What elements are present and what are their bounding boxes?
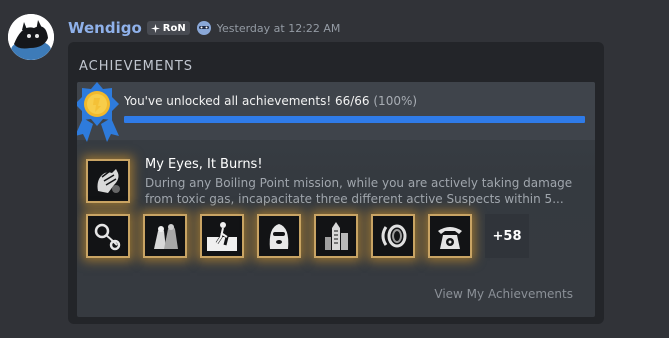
summary-percent: (100%) xyxy=(373,94,418,108)
swimmer-icon xyxy=(207,222,237,251)
telephone-icon xyxy=(438,227,462,249)
achievement-description: During any Boiling Point mission, while … xyxy=(145,176,573,206)
achievement-tile[interactable] xyxy=(200,214,244,258)
handcuffs-icon xyxy=(94,223,121,251)
summary-text: You've unlocked all achievements! 66/66 … xyxy=(124,94,417,108)
achievement-summary: You've unlocked all achievements! 66/66 … xyxy=(77,82,595,140)
achievement-tile[interactable] xyxy=(371,214,415,258)
view-achievements-link[interactable]: View My Achievements xyxy=(434,287,573,301)
username[interactable]: Wendigo xyxy=(68,19,142,37)
gas-hand-icon xyxy=(97,169,120,193)
achievements-card: You've unlocked all achievements! 66/66 … xyxy=(77,82,595,317)
embed-title: ACHIEVEMENTS xyxy=(79,59,194,74)
mask-icon xyxy=(196,21,211,35)
featured-achievement-icon[interactable] xyxy=(86,159,130,203)
summary-label: You've unlocked all achievements! 66/66 xyxy=(124,94,370,108)
gamepad-icon xyxy=(150,23,160,33)
spiral-icon xyxy=(381,224,407,248)
achievement-tile[interactable] xyxy=(86,214,130,258)
tower-icon xyxy=(325,222,348,250)
achievements-embed: ACHIEVEMENTS You've unlocked all achieve… xyxy=(68,42,604,324)
avatar-icon xyxy=(8,14,54,60)
balaclava-icon xyxy=(269,224,289,249)
achievement-tile[interactable] xyxy=(428,214,472,258)
medal-icon xyxy=(77,82,119,142)
achievement-tile[interactable] xyxy=(143,214,187,258)
achievement-tile[interactable] xyxy=(257,214,301,258)
progress-bar xyxy=(124,116,585,123)
server-tag[interactable]: RoN xyxy=(146,21,190,35)
more-achievements-count[interactable]: +58 xyxy=(485,214,529,258)
timestamp[interactable]: Yesterday at 12:22 AM xyxy=(217,22,341,35)
server-tag-label: RoN xyxy=(162,22,186,34)
progress-fill xyxy=(124,116,585,123)
ghost-figures-icon xyxy=(154,224,178,249)
user-avatar[interactable] xyxy=(8,14,54,60)
achievement-tile[interactable] xyxy=(314,214,358,258)
message-header: Wendigo RoN Yesterday at 12:22 AM xyxy=(68,18,340,38)
achievement-name: My Eyes, It Burns! xyxy=(145,157,263,172)
achievement-icon-row: +58 xyxy=(86,214,529,258)
